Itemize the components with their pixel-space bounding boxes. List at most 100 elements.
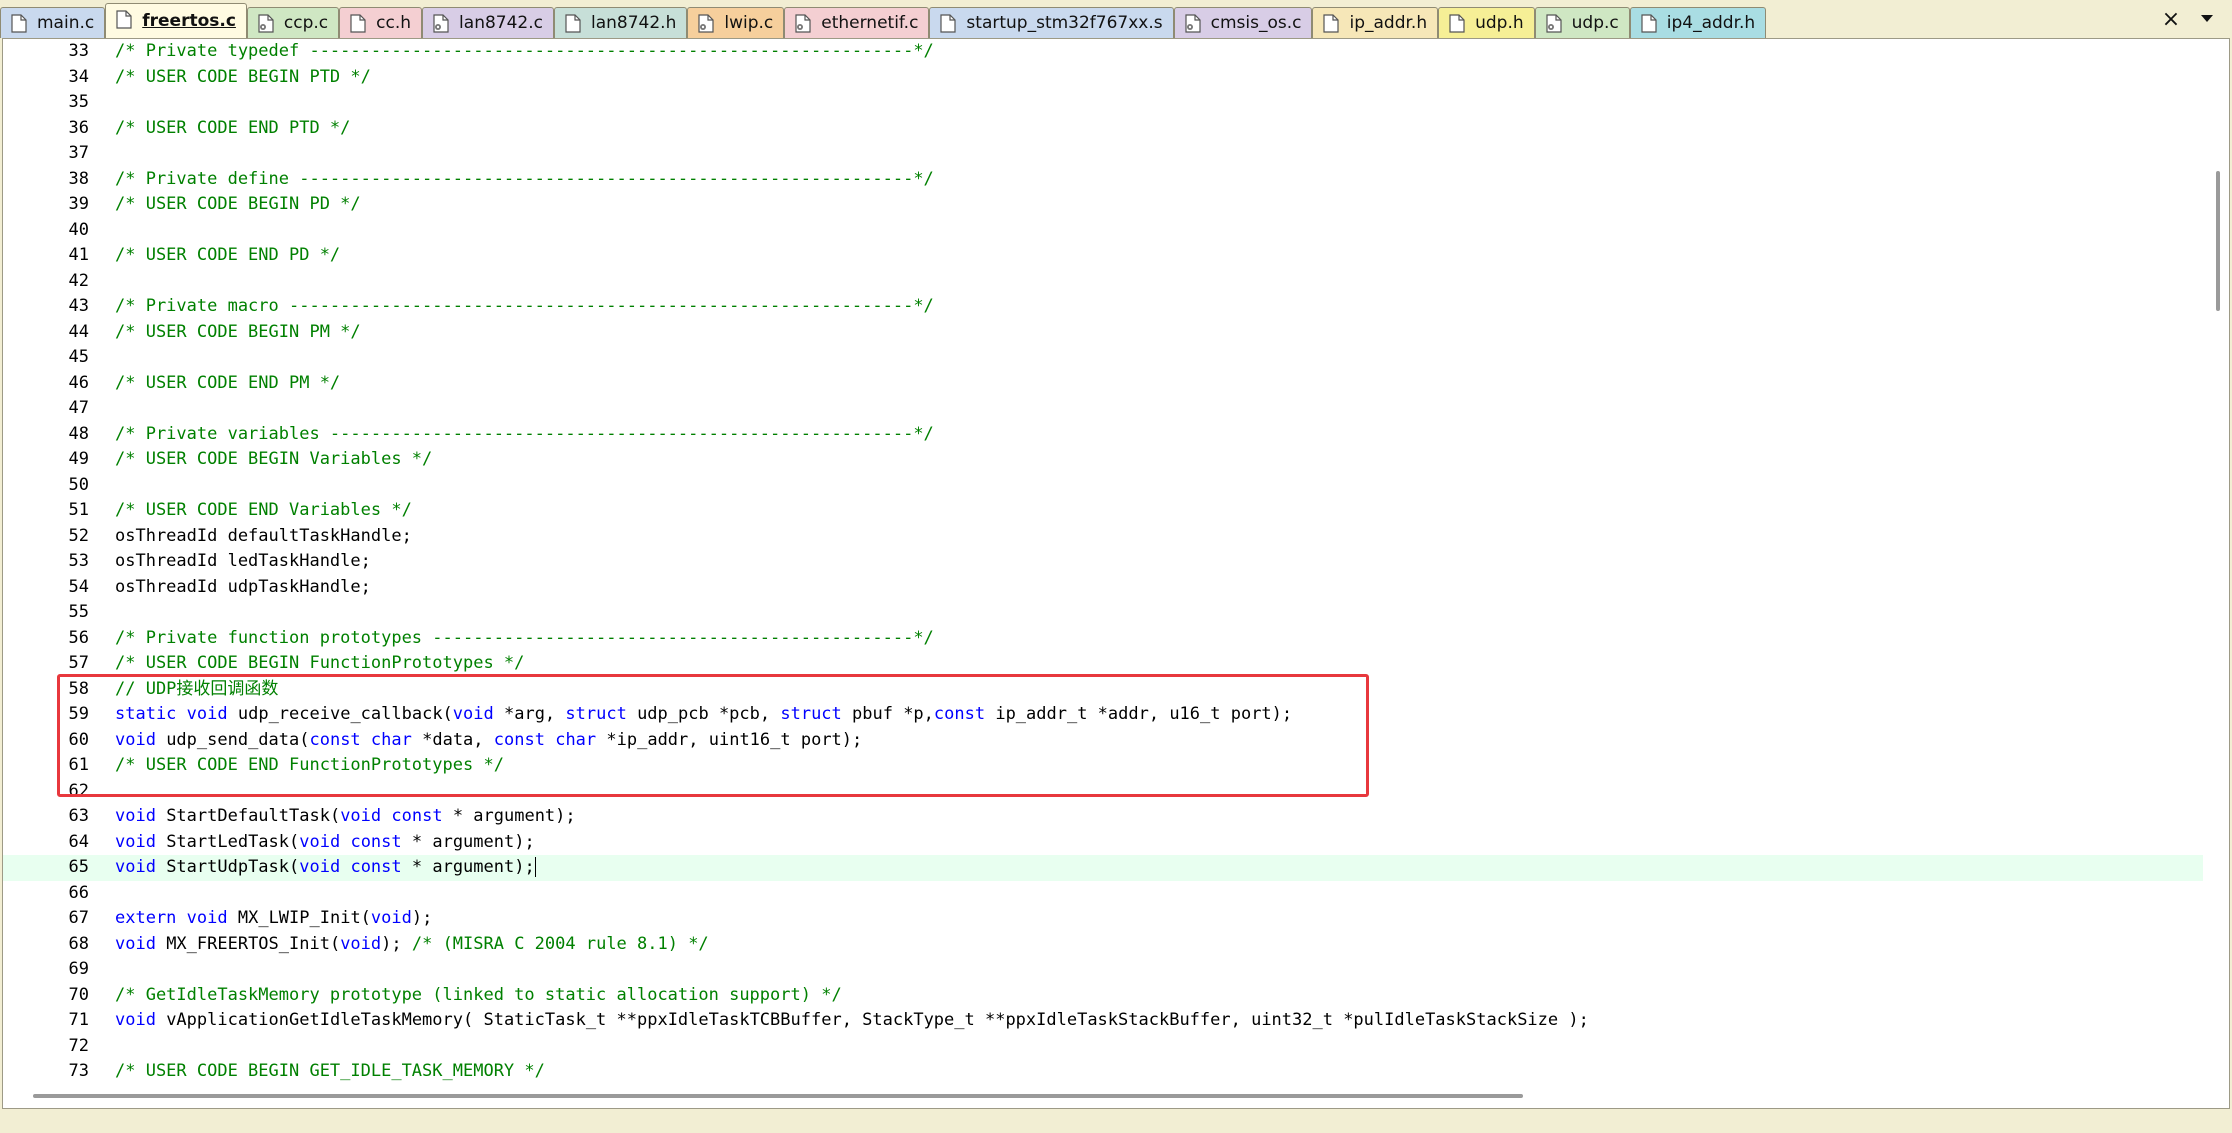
code-line[interactable]: 71 void vApplicationGetIdleTaskMemory( St… — [3, 1008, 2203, 1034]
tab-lan8742-h[interactable]: lan8742.h — [553, 7, 688, 38]
code-token: StartDefaultTask( — [155, 806, 341, 826]
tab-cc-h[interactable]: cc.h — [339, 7, 423, 38]
comment-token: /* (MISRA C 2004 rule 8.1) */ — [411, 933, 709, 954]
code-line[interactable]: 73 /* USER CODE BEGIN GET_IDLE_TASK_MEMOR… — [3, 1059, 2203, 1085]
line-number: 55 — [68, 602, 89, 622]
code-line[interactable]: 65 void StartUdpTask(void const * argumen… — [3, 855, 2203, 881]
code-line[interactable]: 54 osThreadId udpTaskHandle; — [3, 575, 2203, 601]
code-line[interactable]: 69 — [3, 957, 2203, 983]
code-line[interactable]: 64 void StartLedTask(void const * argumen… — [3, 830, 2203, 856]
code-line[interactable]: 35 — [3, 90, 2203, 116]
code-line[interactable]: 44 /* USER CODE BEGIN PM */ — [3, 320, 2203, 346]
code-line[interactable]: 39 /* USER CODE BEGIN PD */ — [3, 192, 2203, 218]
line-number: 50 — [68, 474, 89, 495]
code-line[interactable]: 57 /* USER CODE BEGIN FunctionPrototypes … — [3, 651, 2203, 677]
code-line[interactable]: 62 — [3, 779, 2203, 805]
line-number: 38 — [68, 168, 89, 189]
code-line[interactable]: 68 void MX_FREERTOS_Init(void); /* (MISRA… — [3, 932, 2203, 958]
code-token: udp_receive_callback( — [227, 704, 453, 724]
tab-udp-c[interactable]: udp.c — [1534, 7, 1630, 38]
tab-startup-stm32f767xx-s[interactable]: startup_stm32f767xx.s — [929, 7, 1174, 38]
code-token: ); — [381, 933, 412, 954]
code-text: osThreadId ledTaskHandle; — [115, 549, 371, 575]
vertical-scroll-thumb[interactable] — [2216, 171, 2220, 311]
tab-ip4-addr-h[interactable]: ip4_addr.h — [1629, 7, 1767, 38]
tab-main-c[interactable]: main.c — [0, 7, 106, 38]
code-token: ); — [411, 908, 433, 928]
line-number: 68 — [68, 933, 89, 954]
close-tab-button[interactable]: × — [2158, 6, 2184, 32]
code-text: /* USER CODE END PTD */ — [115, 116, 350, 142]
tab-label: ccp.c — [283, 13, 329, 33]
code-line[interactable]: 34 /* USER CODE BEGIN PTD */ — [3, 65, 2203, 91]
keyword-token: const — [350, 831, 402, 852]
code-token: ip_addr_t *addr, u16_t port); — [985, 704, 1293, 724]
comment-token: /* USER CODE BEGIN Variables */ — [115, 449, 433, 469]
code-line[interactable]: 51 /* USER CODE END Variables */ — [3, 498, 2203, 524]
code-line[interactable]: 72 — [3, 1034, 2203, 1060]
tab-ccp-c[interactable]: ccp.c — [246, 7, 340, 38]
code-line[interactable]: 56 /* Private function prototypes -------… — [3, 626, 2203, 652]
comment-token: /* USER CODE BEGIN GET_IDLE_TASK_MEMORY … — [115, 1061, 545, 1081]
code-line[interactable]: 41 /* USER CODE END PD */ — [3, 243, 2203, 269]
code-line[interactable]: 45 — [3, 345, 2203, 371]
code-text: /* Private define ----------------------… — [115, 167, 934, 193]
code-token: MX_LWIP_Init( — [227, 908, 371, 928]
code-line[interactable]: 36 /* USER CODE END PTD */ — [3, 116, 2203, 142]
code-text: /* USER CODE END PM */ — [115, 371, 340, 397]
tab-udp-h[interactable]: udp.h — [1438, 7, 1535, 38]
tab-freertos-c[interactable]: freertos.c — [105, 3, 247, 38]
keyword-token: void — [370, 908, 412, 928]
line-number: 56 — [68, 627, 89, 648]
comment-token: /* Private variables -------------------… — [115, 423, 934, 444]
tab-ip-addr-h[interactable]: ip_addr.h — [1312, 7, 1439, 38]
code-line[interactable]: 46 /* USER CODE END PM */ — [3, 371, 2203, 397]
code-line[interactable]: 42 — [3, 269, 2203, 295]
tab-cmsis-os-c[interactable]: cmsis_os.c — [1173, 7, 1313, 38]
code-line[interactable]: 50 — [3, 473, 2203, 499]
comment-token: /* USER CODE END PD */ — [115, 245, 341, 265]
horizontal-scrollbar[interactable] — [3, 1084, 2229, 1108]
line-number: 60 — [68, 729, 89, 750]
chevron-down-icon[interactable] — [2194, 6, 2220, 32]
code-token: StartUdpTask( — [155, 857, 300, 877]
code-line[interactable]: 40 — [3, 218, 2203, 244]
code-line[interactable]: 43 /* Private macro ---------------------… — [3, 294, 2203, 320]
code-token: osThreadId udpTaskHandle; — [115, 576, 371, 597]
code-line[interactable]: 33 /* Private typedef -------------------… — [3, 39, 2203, 65]
line-number: 62 — [68, 780, 89, 801]
vertical-scrollbar[interactable] — [2207, 39, 2229, 1085]
code-line[interactable]: 53 osThreadId ledTaskHandle; — [3, 549, 2203, 575]
code-line[interactable]: 60 void udp_send_data(const char *data, c… — [3, 728, 2203, 754]
code-line[interactable]: 48 /* Private variables -----------------… — [3, 422, 2203, 448]
horizontal-scroll-thumb[interactable] — [33, 1094, 1523, 1098]
code-line[interactable]: 59 static void udp_receive_callback(void … — [3, 702, 2203, 728]
code-line[interactable]: 55 — [3, 600, 2203, 626]
keyword-token: void — [115, 831, 156, 852]
code-line[interactable]: 58 // UDP接收回调函数 — [3, 677, 2203, 703]
code-token: StartLedTask( — [155, 831, 300, 852]
tab-ethernetif-c[interactable]: ethernetif.c — [784, 7, 930, 38]
code-line[interactable]: 67 extern void MX_LWIP_Init(void); — [3, 906, 2203, 932]
code-line[interactable]: 63 void StartDefaultTask(void const * arg… — [3, 804, 2203, 830]
line-number: 59 — [68, 704, 89, 724]
code-line[interactable]: 52 osThreadId defaultTaskHandle; — [3, 524, 2203, 550]
code-line[interactable]: 61 /* USER CODE END FunctionPrototypes */ — [3, 753, 2203, 779]
code-line[interactable]: 38 /* Private define --------------------… — [3, 167, 2203, 193]
code-line[interactable]: 70 /* GetIdleTaskMemory prototype (linked… — [3, 983, 2203, 1009]
tab-lan8742-c[interactable]: lan8742.c — [422, 7, 554, 38]
code-editor[interactable]: 33 /* Private typedef -------------------… — [2, 38, 2230, 1109]
code-line[interactable]: 49 /* USER CODE BEGIN Variables */ — [3, 447, 2203, 473]
code-line[interactable]: 66 — [3, 881, 2203, 907]
code-text: void vApplicationGetIdleTaskMemory( Stat… — [115, 1008, 1589, 1034]
code-line[interactable]: 47 — [3, 396, 2203, 422]
code-line[interactable]: 37 — [3, 141, 2203, 167]
code-text: /* Private variables -------------------… — [115, 422, 934, 448]
code-text: /* USER CODE BEGIN PM */ — [115, 320, 361, 346]
code-token: *ip_addr, uint16_t port); — [596, 729, 863, 750]
code-text: /* USER CODE END Variables */ — [115, 498, 412, 524]
document-icon — [1641, 14, 1657, 33]
comment-token: /* USER CODE END FunctionPrototypes */ — [115, 755, 504, 775]
keyword-token: void — [186, 704, 228, 724]
tab-lwip-c[interactable]: lwip.c — [687, 7, 785, 38]
